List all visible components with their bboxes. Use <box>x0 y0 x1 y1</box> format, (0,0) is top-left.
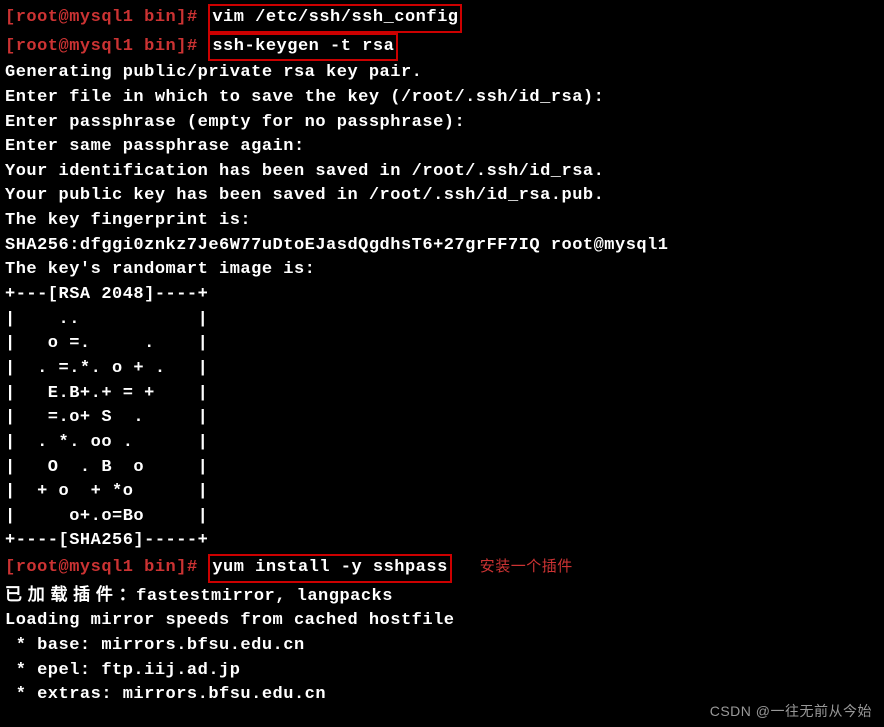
prompt-bracket-close: ] <box>176 558 187 577</box>
prompt-bracket-close: ] <box>176 8 187 27</box>
randomart-line: | . *. oo . | <box>5 431 879 456</box>
output-line: The key fingerprint is: <box>5 209 879 234</box>
watermark-text: CSDN @一往无前从今始 <box>710 701 872 721</box>
prompt-space <box>133 558 144 577</box>
randomart-line: | + o + *o | <box>5 480 879 505</box>
command-ssh-keygen: ssh-keygen -t rsa <box>208 33 398 62</box>
prompt-space <box>133 37 144 56</box>
output-line: * epel: ftp.iij.ad.jp <box>5 659 879 684</box>
randomart-line: | E.B+.+ = + | <box>5 382 879 407</box>
randomart-line: | =.o+ S . | <box>5 406 879 431</box>
output-line: * base: mirrors.bfsu.edu.cn <box>5 634 879 659</box>
output-line: Enter passphrase (empty for no passphras… <box>5 111 879 136</box>
output-line: Enter file in which to save the key (/ro… <box>5 86 879 111</box>
prompt-user-host: root@mysql1 <box>16 8 134 27</box>
randomart-line: | . =.*. o + . | <box>5 357 879 382</box>
prompt-hash: # <box>187 558 198 577</box>
prompt-user-host: root@mysql1 <box>16 558 134 577</box>
prompt-bracket: [ <box>5 37 16 56</box>
output-line-yum1: 已 加 载 插 件 ：fastestmirror, langpacks <box>5 583 879 610</box>
output-line: The key's randomart image is: <box>5 258 879 283</box>
terminal-line-1: [root@mysql1 bin]# vim /etc/ssh/ssh_conf… <box>5 4 879 33</box>
prompt-bracket: [ <box>5 8 16 27</box>
output-line: Enter same passphrase again: <box>5 135 879 160</box>
output-line: SHA256:dfggi0znkz7Je6W77uDtoEJasdQgdhsT6… <box>5 234 879 259</box>
randomart-line: | o+.o=Bo | <box>5 505 879 530</box>
prompt-user-host: root@mysql1 <box>16 37 134 56</box>
prompt-hash: # <box>187 37 198 56</box>
command-vim-ssh-config: vim /etc/ssh/ssh_config <box>208 4 462 33</box>
prompt-bracket: [ <box>5 558 16 577</box>
prompt-space <box>133 8 144 27</box>
terminal-line-3: [root@mysql1 bin]# yum install -y sshpas… <box>5 554 879 583</box>
output-line: Loading mirror speeds from cached hostfi… <box>5 609 879 634</box>
output-line: Your identification has been saved in /r… <box>5 160 879 185</box>
output-line: Your public key has been saved in /root/… <box>5 184 879 209</box>
randomart-line: | .. | <box>5 308 879 333</box>
randomart-line: +----[SHA256]-----+ <box>5 529 879 554</box>
prompt-path: bin <box>144 8 176 27</box>
yum-suffix: fastestmirror, langpacks <box>136 587 393 606</box>
prompt-hash: # <box>187 8 198 27</box>
randomart-line: | O . B o | <box>5 456 879 481</box>
annotation-text: 安装一个插件 <box>480 558 573 575</box>
prompt-bracket-close: ] <box>176 37 187 56</box>
command-yum-install-sshpass: yum install -y sshpass <box>208 554 451 583</box>
output-line: Generating public/private rsa key pair. <box>5 61 879 86</box>
prompt-path: bin <box>144 37 176 56</box>
yum-prefix: 已 加 载 插 件 ： <box>5 585 136 604</box>
prompt-path: bin <box>144 558 176 577</box>
randomart-line: | o =. . | <box>5 332 879 357</box>
terminal-line-2: [root@mysql1 bin]# ssh-keygen -t rsa <box>5 33 879 62</box>
randomart-line: +---[RSA 2048]----+ <box>5 283 879 308</box>
